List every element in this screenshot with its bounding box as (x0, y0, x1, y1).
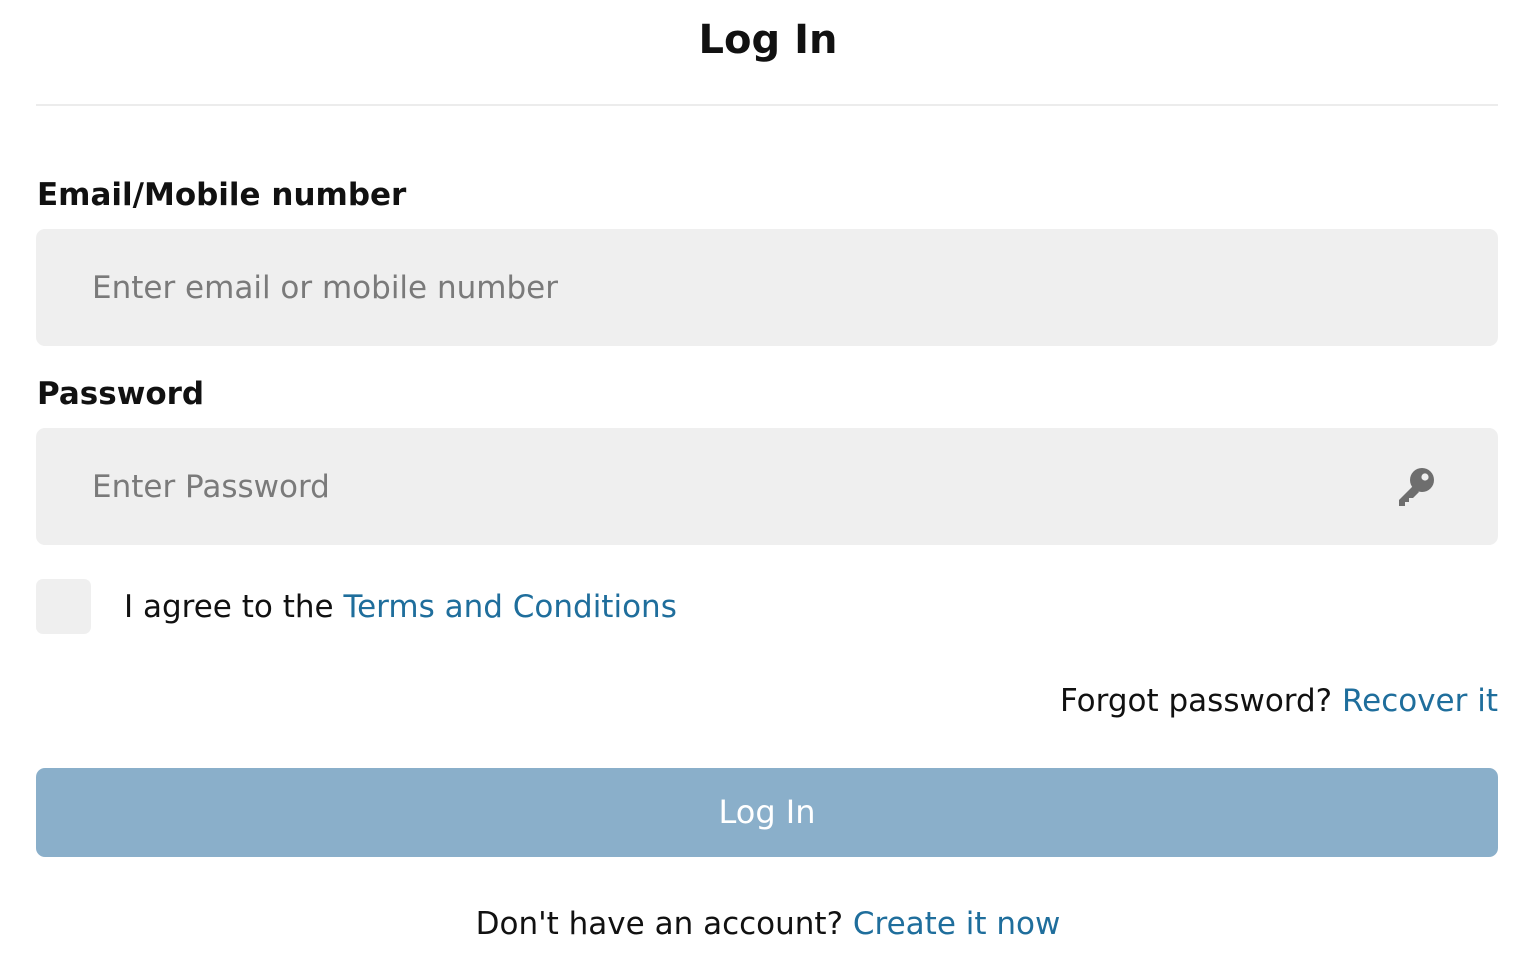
password-field[interactable] (92, 428, 1372, 545)
key-icon[interactable] (1394, 465, 1438, 509)
terms-link[interactable]: Terms and Conditions (343, 589, 676, 625)
password-label: Password (37, 376, 205, 412)
email-label: Email/Mobile number (37, 177, 407, 213)
email-field-container (36, 229, 1498, 346)
page-title: Log In (698, 17, 838, 63)
forgot-password: Forgot password? Recover it (1060, 681, 1498, 721)
create-account-link[interactable]: Create it now (853, 906, 1060, 942)
login-button[interactable]: Log In (36, 768, 1498, 857)
signup-prompt: Don't have an account? Create it now (0, 904, 1536, 944)
login-page: Log In Email/Mobile number Password I ag… (0, 0, 1536, 956)
header-divider (36, 104, 1498, 106)
signup-prefix: Don't have an account? (475, 906, 853, 942)
recover-link[interactable]: Recover it (1342, 683, 1498, 719)
terms-prefix: I agree to the (124, 589, 344, 625)
forgot-prefix: Forgot password? (1059, 683, 1342, 719)
terms-checkbox[interactable] (36, 579, 91, 634)
password-field-container (36, 428, 1498, 545)
email-field[interactable] (92, 229, 1372, 346)
terms-agreement: I agree to the Terms and Conditions (124, 587, 677, 627)
